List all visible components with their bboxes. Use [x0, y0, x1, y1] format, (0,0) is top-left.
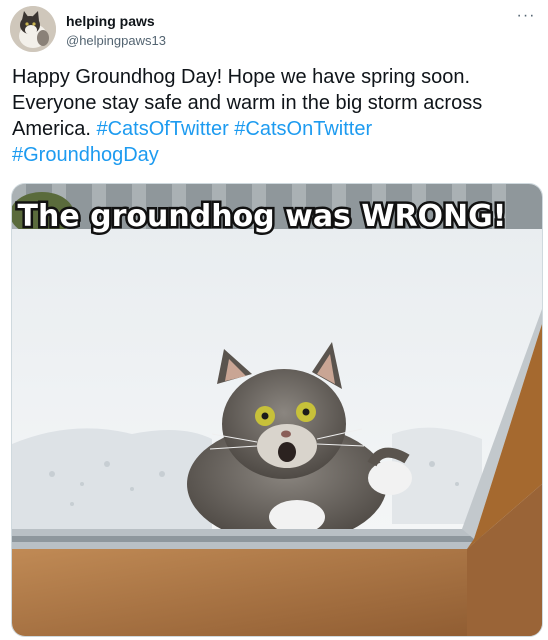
- more-horizontal-icon[interactable]: ···: [514, 8, 538, 28]
- tweet-text-line: America.: [12, 118, 91, 140]
- user-handle[interactable]: @helpingpaws13: [66, 32, 166, 50]
- cat-in-snow-photo: The groundhog was WRONG!: [12, 184, 542, 636]
- hashtag-link[interactable]: #GroundhogDay: [12, 144, 159, 166]
- avatar[interactable]: [10, 6, 56, 52]
- tweet-text-line: Happy Groundhog Day! Hope we have spring…: [12, 66, 471, 88]
- hashtag-link[interactable]: #CatsOnTwitter: [234, 118, 372, 140]
- tweet-card: helping paws @helpingpaws13 ··· Happy Gr…: [0, 0, 548, 640]
- photo-caption: The groundhog was WRONG!: [18, 199, 507, 234]
- display-name[interactable]: helping paws: [66, 12, 166, 30]
- tweet-photo[interactable]: The groundhog was WRONG!: [11, 183, 543, 637]
- user-names: helping paws @helpingpaws13: [66, 12, 166, 50]
- tweet-text: Happy Groundhog Day! Hope we have spring…: [12, 64, 540, 168]
- avatar-cat-image: [10, 6, 56, 52]
- tweet-text-line: Everyone stay safe and warm in the big s…: [12, 92, 483, 114]
- hashtag-link[interactable]: #CatsOfTwitter: [96, 118, 228, 140]
- tweet-header: helping paws @helpingpaws13 ···: [10, 6, 538, 54]
